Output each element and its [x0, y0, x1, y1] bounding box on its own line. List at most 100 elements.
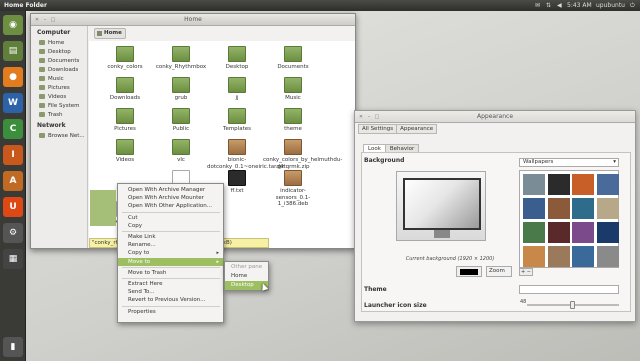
file-item[interactable]: Templates [207, 108, 267, 133]
file-item[interactable]: Pictures [95, 108, 155, 133]
menu-item-copy[interactable]: Copy [118, 222, 223, 230]
trash-launcher-icon[interactable]: ▮ [3, 337, 23, 357]
file-item[interactable]: Documents [263, 46, 323, 71]
file-item[interactable]: indicator-sensors_0.1-1_i386.deb [263, 170, 323, 208]
power-icon[interactable]: ⏻ [630, 2, 635, 10]
menu-item-open-with-other-application[interactable]: Open With Other Application... [118, 202, 223, 210]
wallpaper-thumbnail[interactable] [523, 246, 545, 267]
file-item[interactable]: vlc [151, 139, 211, 164]
sidebar-item-trash[interactable]: Trash [31, 110, 87, 119]
wallpaper-thumbnail[interactable] [547, 246, 570, 267]
launcher-icon-size-label: Launcher icon size [364, 302, 427, 309]
file-item[interactable]: Public [151, 108, 211, 133]
file-item[interactable]: Music [263, 77, 323, 102]
appearance-nav-button[interactable]: Appearance [396, 124, 438, 134]
menu-item-open-with-archive-mounter[interactable]: Open With Archive Mounter [118, 194, 223, 202]
file-item[interactable]: Downloads [95, 77, 155, 102]
selected-file-item[interactable] [90, 190, 116, 226]
wallpaper-thumbnail[interactable] [523, 198, 545, 219]
menu-item-send-to[interactable]: Send To... [118, 288, 223, 296]
dash-home-launcher-icon[interactable]: ◉ [3, 15, 23, 35]
wallpaper-thumbnail[interactable] [547, 198, 570, 219]
menu-item-copy-to[interactable]: Copy to ▸ [118, 249, 223, 257]
wallpaper-thumbnail[interactable] [523, 174, 545, 195]
theme-select[interactable] [519, 285, 619, 294]
mail-icon[interactable]: ✉ [535, 2, 540, 9]
wallpaper-thumbnail[interactable] [596, 174, 619, 195]
wallpaper-thumbnail[interactable] [547, 174, 570, 195]
folder-icon [284, 77, 302, 93]
file-item[interactable]: conky_Rhythmbox [151, 46, 211, 71]
workspace-switcher-launcher-icon[interactable]: ▦ [3, 249, 23, 269]
libreoffice-impress-launcher-icon[interactable]: I [3, 145, 23, 165]
context-menu: Open With Archive Manager Open With Archi… [117, 183, 224, 323]
clock[interactable]: 5:43 AM [567, 2, 592, 9]
wallpaper-thumbnail[interactable] [572, 222, 594, 243]
wallpaper-thumbnail[interactable] [596, 198, 619, 219]
add-remove-wallpaper-buttons[interactable]: + − [519, 268, 533, 276]
folder-icon [39, 40, 45, 45]
menu-item-revert-to-previous-version[interactable]: Revert to Previous Version... [118, 296, 223, 304]
sidebar-item-file-system[interactable]: File System [31, 101, 87, 110]
appearance-titlebar[interactable]: ✕ – □ Appearance [355, 111, 635, 123]
wallpaper-thumbnail[interactable] [523, 222, 545, 243]
sidebar-item-desktop[interactable]: Desktop [31, 47, 87, 56]
file-item[interactable]: theme [263, 108, 323, 133]
top-panel: Home Folder ✉ ⇅ ◀ 5:43 AM upubuntu ⏻ [0, 0, 640, 11]
files-launcher-icon[interactable]: ▤ [3, 41, 23, 61]
sidebar-item-pictures[interactable]: Pictures [31, 83, 87, 92]
ubuntu-one-launcher-icon[interactable]: U [3, 197, 23, 217]
network-icon[interactable]: ⇅ [546, 2, 551, 9]
wallpaper-thumbnail[interactable] [596, 246, 619, 267]
file-item[interactable]: jj [207, 77, 267, 102]
background-color-button[interactable] [456, 266, 482, 277]
all-settings-button[interactable]: All Settings [358, 124, 398, 134]
wallpaper-thumbnail[interactable] [596, 222, 619, 243]
breadcrumb-home[interactable]: Home [94, 28, 126, 39]
file-label: Pictures [114, 126, 136, 132]
folder-icon [172, 46, 190, 62]
wallpaper-thumbnail[interactable] [547, 222, 570, 243]
volume-icon[interactable]: ◀ [557, 2, 562, 9]
menu-item-make-link[interactable]: Make Link [118, 233, 223, 241]
file-item[interactable]: conky_colors_by_helmuthdu-d4tqrmk.zip [263, 139, 343, 170]
folder-icon [172, 108, 190, 124]
slider-handle[interactable] [570, 301, 575, 309]
wallpaper-thumbnail[interactable] [572, 174, 594, 195]
file-item[interactable]: Videos [95, 139, 155, 164]
menu-item-move-to[interactable]: Move to ▸ [118, 257, 223, 266]
user-menu[interactable]: upubuntu [596, 2, 625, 9]
menu-item-cut[interactable]: Cut [118, 214, 223, 222]
sidebar-item-label: Downloads [48, 66, 79, 73]
zoom-select[interactable]: Zoom [486, 266, 512, 277]
menu-item-rename[interactable]: Rename... [118, 241, 223, 249]
software-center-launcher-icon[interactable]: A [3, 171, 23, 191]
system-settings-launcher-icon[interactable]: ⚙ [3, 223, 23, 243]
sidebar-item-music[interactable]: Music [31, 74, 87, 83]
file-label: conky_colors_by_helmuthdu-d4tqrmk.zip [263, 157, 343, 170]
sidebar-item-browse-network[interactable]: Browse Net... [31, 131, 87, 140]
sidebar-item-label: Documents [48, 57, 80, 64]
libreoffice-writer-launcher-icon[interactable]: W [3, 93, 23, 113]
file-item[interactable]: bionic-dotconky_0.1~oneiric.tar.gz [207, 139, 284, 170]
file-item[interactable]: grub [151, 77, 211, 102]
libreoffice-calc-launcher-icon[interactable]: C [3, 119, 23, 139]
wallpapers-select[interactable]: Wallpapers ▾ [519, 158, 619, 167]
menu-item-extract-here[interactable]: Extract Here [118, 280, 223, 288]
menu-item-move-to-trash[interactable]: Move to Trash [118, 269, 223, 277]
wallpaper-thumbnail[interactable] [572, 198, 594, 219]
file-label: grub [174, 95, 188, 101]
file-label: Videos [115, 157, 135, 163]
sidebar-item-downloads[interactable]: Downloads [31, 65, 87, 74]
menu-item-properties[interactable]: Properties [118, 308, 223, 316]
file-item[interactable]: Desktop [207, 46, 267, 71]
sidebar-item-documents[interactable]: Documents [31, 56, 87, 65]
files-titlebar[interactable]: ✕ – □ Home [31, 14, 355, 26]
menu-item-open-with-archive-manager[interactable]: Open With Archive Manager [118, 186, 223, 194]
sidebar-item-home[interactable]: Home [31, 38, 87, 47]
submenu-item-home[interactable]: Home [225, 272, 268, 281]
wallpaper-thumbnail[interactable] [572, 246, 594, 267]
sidebar-item-videos[interactable]: Videos [31, 92, 87, 101]
file-item[interactable]: conky_colors [95, 46, 155, 71]
firefox-launcher-icon[interactable]: ● [3, 67, 23, 87]
